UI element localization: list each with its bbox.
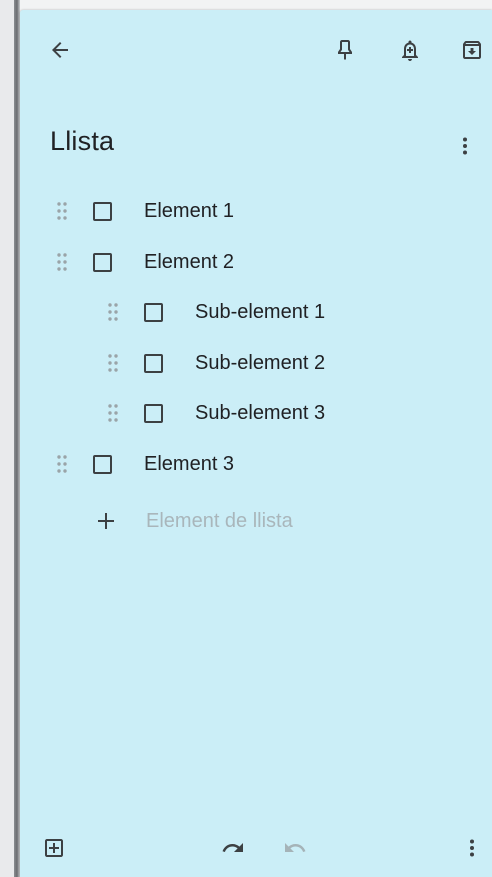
drag-handle[interactable]	[55, 200, 69, 222]
drag-indicator-icon	[57, 455, 67, 473]
drag-indicator-icon	[57, 253, 67, 271]
screen: Llista Element 1 Element 2 Sub-element 1…	[0, 0, 492, 877]
archive-icon	[463, 41, 481, 59]
item-label[interactable]: Element 2	[144, 251, 234, 274]
back-button[interactable]	[40, 30, 80, 70]
drag-handle[interactable]	[106, 402, 120, 424]
drag-indicator-icon	[108, 404, 118, 422]
more-vert-icon	[463, 137, 467, 155]
drag-handle[interactable]	[106, 301, 120, 323]
window-edge	[0, 0, 20, 877]
archive-button[interactable]	[452, 30, 492, 70]
list-item[interactable]: Element 3	[55, 444, 234, 484]
undo-icon	[222, 843, 243, 852]
item-label[interactable]: Sub-element 1	[195, 301, 325, 324]
drag-handle[interactable]	[55, 453, 69, 475]
add-content-button[interactable]	[34, 828, 74, 868]
add-list-item-row[interactable]: Element de llista	[94, 501, 293, 541]
add-box-icon	[45, 839, 63, 857]
list-item[interactable]: Sub-element 3	[106, 393, 325, 433]
top-app-bar	[20, 10, 492, 90]
note-title[interactable]: Llista	[50, 126, 114, 157]
item-label[interactable]: Element 3	[144, 453, 234, 476]
more-vert-icon	[470, 839, 474, 857]
add-icon	[94, 509, 118, 533]
item-checkbox[interactable]	[93, 252, 112, 272]
item-checkbox[interactable]	[144, 302, 163, 322]
list-item[interactable]: Sub-element 1	[106, 292, 325, 332]
item-label[interactable]: Sub-element 3	[195, 402, 325, 425]
drag-handle[interactable]	[55, 251, 69, 273]
drag-indicator-icon	[108, 303, 118, 321]
item-label[interactable]: Element 1	[144, 200, 234, 223]
undo-button[interactable]	[213, 828, 253, 868]
pin-button[interactable]	[325, 30, 365, 70]
drag-indicator-icon	[108, 354, 118, 372]
arrow-back-icon	[52, 42, 68, 58]
add-item-placeholder[interactable]: Element de llista	[146, 510, 293, 533]
note-editor: Llista Element 1 Element 2 Sub-element 1…	[20, 10, 492, 877]
item-checkbox[interactable]	[144, 403, 163, 423]
item-checkbox[interactable]	[93, 201, 112, 221]
more-options-button[interactable]	[452, 828, 492, 868]
drag-handle[interactable]	[106, 352, 120, 374]
item-label[interactable]: Sub-element 2	[195, 352, 325, 375]
item-checkbox[interactable]	[144, 353, 163, 373]
redo-button[interactable]	[275, 828, 315, 868]
item-checkbox[interactable]	[93, 454, 112, 474]
pin-icon	[338, 40, 352, 60]
list-item[interactable]: Sub-element 2	[106, 343, 325, 383]
bottom-app-bar	[20, 820, 492, 876]
drag-indicator-icon	[57, 202, 67, 220]
note-more-button[interactable]	[445, 126, 485, 166]
reminder-bell-icon	[402, 40, 418, 61]
list-item[interactable]: Element 2	[55, 242, 234, 282]
list-item[interactable]: Element 1	[55, 191, 234, 231]
reminder-button[interactable]	[390, 30, 430, 70]
redo-icon	[285, 843, 306, 852]
